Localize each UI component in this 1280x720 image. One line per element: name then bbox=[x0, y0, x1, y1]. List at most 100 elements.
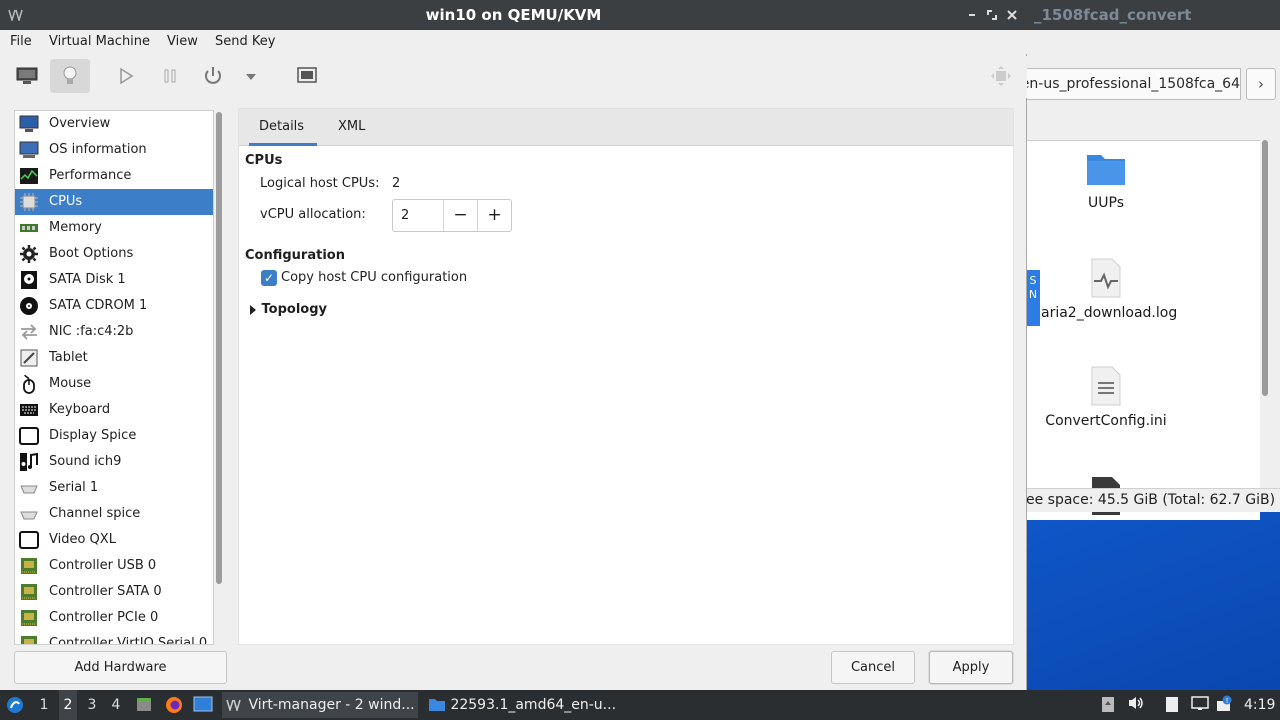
controller-icon bbox=[21, 636, 37, 644]
minimize-icon[interactable] bbox=[964, 7, 980, 23]
sidebar-item-mouse[interactable]: Mouse bbox=[15, 371, 213, 397]
sidebar-item-boot-options[interactable]: Boot Options bbox=[15, 241, 213, 267]
task-label: Virt-manager - 2 wind... bbox=[248, 697, 415, 713]
side-tab[interactable]: S N bbox=[1026, 270, 1040, 326]
sidebar-item-label: OS information bbox=[49, 142, 147, 157]
file-item-log[interactable]: aria2_download.log bbox=[1041, 257, 1177, 322]
keyboard-icon bbox=[20, 404, 38, 416]
copy-host-cpu-label[interactable]: Copy host CPU configuration bbox=[281, 270, 467, 285]
show-desktop-icon[interactable] bbox=[193, 695, 213, 715]
sidebar-item-controller-usb[interactable]: Controller USB 0 bbox=[15, 553, 213, 579]
menu-send-key[interactable]: Send Key bbox=[215, 30, 275, 54]
details-button[interactable] bbox=[50, 59, 90, 93]
firefox-icon[interactable] bbox=[164, 695, 184, 715]
path-bar[interactable]: 64_en-us_professional_1508fca bbox=[1026, 68, 1241, 100]
snapshot-icon bbox=[297, 67, 317, 83]
file-list-scrollbar[interactable] bbox=[1262, 140, 1268, 396]
sidebar-item-label: NIC :fa:c4:2b bbox=[49, 324, 134, 339]
sidebar-item-controller-virtio-serial[interactable]: Controller VirtIO Serial 0 bbox=[15, 631, 213, 645]
sidebar-item-label: Sound ich9 bbox=[49, 454, 122, 469]
cancel-button[interactable]: Cancel bbox=[831, 651, 915, 684]
gear-icon bbox=[20, 245, 38, 263]
file-manager-title[interactable]: _1508fcad_convert bbox=[1026, 0, 1280, 30]
workspace-4[interactable]: 4 bbox=[107, 690, 125, 720]
pause-icon bbox=[164, 69, 176, 83]
sidebar-item-label: Serial 1 bbox=[49, 480, 99, 495]
volume-icon[interactable] bbox=[1126, 695, 1146, 715]
sidebar-item-sound[interactable]: Sound ich9 bbox=[15, 449, 213, 475]
sidebar-item-label: Controller VirtIO Serial 0 bbox=[49, 636, 208, 645]
sidebar-item-nic[interactable]: NIC :fa:c4:2b bbox=[15, 319, 213, 345]
add-hardware-button[interactable]: Add Hardware bbox=[14, 651, 227, 684]
file-item-ini[interactable]: ConvertConfig.ini bbox=[1041, 365, 1171, 430]
close-icon[interactable] bbox=[1004, 7, 1020, 23]
file-item-uups[interactable]: UUPs bbox=[1041, 149, 1171, 212]
sidebar-item-video-qxl[interactable]: Video QXL bbox=[15, 527, 213, 553]
sidebar-item-memory[interactable]: Memory bbox=[15, 215, 213, 241]
sidebar-item-cpus[interactable]: CPUs bbox=[15, 189, 213, 215]
decrement-button[interactable]: − bbox=[443, 200, 477, 231]
details-pane: Details XML CPUs Logical host CPUs: 2 vC… bbox=[238, 108, 1014, 645]
menu-file[interactable]: File bbox=[10, 30, 32, 54]
play-icon bbox=[120, 67, 134, 85]
fullscreen-button[interactable] bbox=[984, 59, 1018, 93]
trash-tray-icon[interactable] bbox=[1098, 695, 1118, 715]
file-list: UUPs aria2_download.log ConvertConfig.in… bbox=[1026, 140, 1260, 520]
sidebar-item-sata-cdrom[interactable]: SATA CDROM 1 bbox=[15, 293, 213, 319]
tab-xml[interactable]: XML bbox=[328, 109, 375, 146]
workspace-1[interactable]: 1 bbox=[35, 690, 53, 720]
update-notifier-icon[interactable]: ! bbox=[1214, 695, 1234, 715]
power-icon bbox=[205, 67, 221, 84]
clipboard-icon[interactable] bbox=[1162, 695, 1182, 715]
sidebar-item-performance[interactable]: Performance bbox=[15, 163, 213, 189]
sidebar-item-label: Controller PCIe 0 bbox=[49, 610, 159, 625]
shutdown-menu-button[interactable] bbox=[236, 59, 266, 93]
folder-icon bbox=[429, 699, 445, 711]
folder-icon bbox=[1087, 155, 1125, 185]
vcpu-input[interactable]: 2 bbox=[401, 200, 409, 231]
workspace-2[interactable]: 2 bbox=[59, 690, 77, 720]
run-button[interactable] bbox=[109, 59, 143, 93]
sidebar-item-sata-disk[interactable]: SATA Disk 1 bbox=[15, 267, 213, 293]
vcpu-allocation-label: vCPU allocation: bbox=[260, 207, 366, 222]
shutdown-button[interactable] bbox=[196, 59, 230, 93]
titlebar[interactable]: win10 on QEMU/KVM bbox=[0, 0, 1027, 30]
increment-button[interactable]: + bbox=[477, 200, 511, 231]
sidebar-item-tablet[interactable]: Tablet bbox=[15, 345, 213, 371]
workspace-3[interactable]: 3 bbox=[83, 690, 101, 720]
copy-host-cpu-checkbox[interactable]: ✓ bbox=[261, 270, 277, 286]
clock[interactable]: 4:19 bbox=[1244, 690, 1275, 720]
start-menu-icon[interactable] bbox=[5, 695, 25, 715]
file-manager-launcher-icon[interactable] bbox=[134, 695, 154, 715]
sidebar-item-label: Overview bbox=[49, 116, 111, 131]
sidebar-scrollbar[interactable] bbox=[215, 110, 225, 645]
status-bar: ee space: 45.5 GiB (Total: 62.7 GiB) bbox=[1026, 488, 1280, 512]
sidebar-item-overview[interactable]: Overview bbox=[15, 111, 213, 137]
task-virt-manager[interactable]: Virt-manager - 2 wind... bbox=[222, 692, 418, 718]
sidebar-item-channel-spice[interactable]: Channel spice bbox=[15, 501, 213, 527]
sidebar-item-controller-pcie[interactable]: Controller PCIe 0 bbox=[15, 605, 213, 631]
tablet-icon bbox=[20, 349, 38, 367]
maximize-icon[interactable] bbox=[984, 7, 1000, 23]
tab-details[interactable]: Details bbox=[249, 109, 317, 146]
console-button[interactable] bbox=[10, 59, 44, 93]
menu-view[interactable]: View bbox=[167, 30, 198, 54]
task-file-manager[interactable]: 22593.1_amd64_en-u... bbox=[424, 692, 620, 718]
sidebar-item-keyboard[interactable]: Keyboard bbox=[15, 397, 213, 423]
sidebar-scroll-thumb[interactable] bbox=[216, 112, 222, 584]
topology-expander[interactable]: Topology bbox=[249, 302, 327, 317]
pause-button[interactable] bbox=[153, 59, 187, 93]
memory-icon bbox=[20, 224, 38, 232]
menu-virtual-machine[interactable]: Virtual Machine bbox=[49, 30, 150, 54]
chevron-down-icon bbox=[246, 74, 256, 80]
network-tray-icon[interactable] bbox=[1190, 695, 1210, 715]
snapshots-button[interactable] bbox=[290, 59, 324, 93]
sidebar-item-os-information[interactable]: OS information bbox=[15, 137, 213, 163]
sidebar-item-serial[interactable]: Serial 1 bbox=[15, 475, 213, 501]
sidebar-item-controller-sata[interactable]: Controller SATA 0 bbox=[15, 579, 213, 605]
topology-label: Topology bbox=[261, 302, 328, 317]
sidebar-item-label: Display Spice bbox=[49, 428, 137, 443]
path-next-button[interactable]: › bbox=[1246, 68, 1276, 100]
apply-button[interactable]: Apply bbox=[929, 651, 1013, 684]
sidebar-item-display-spice[interactable]: Display Spice bbox=[15, 423, 213, 449]
